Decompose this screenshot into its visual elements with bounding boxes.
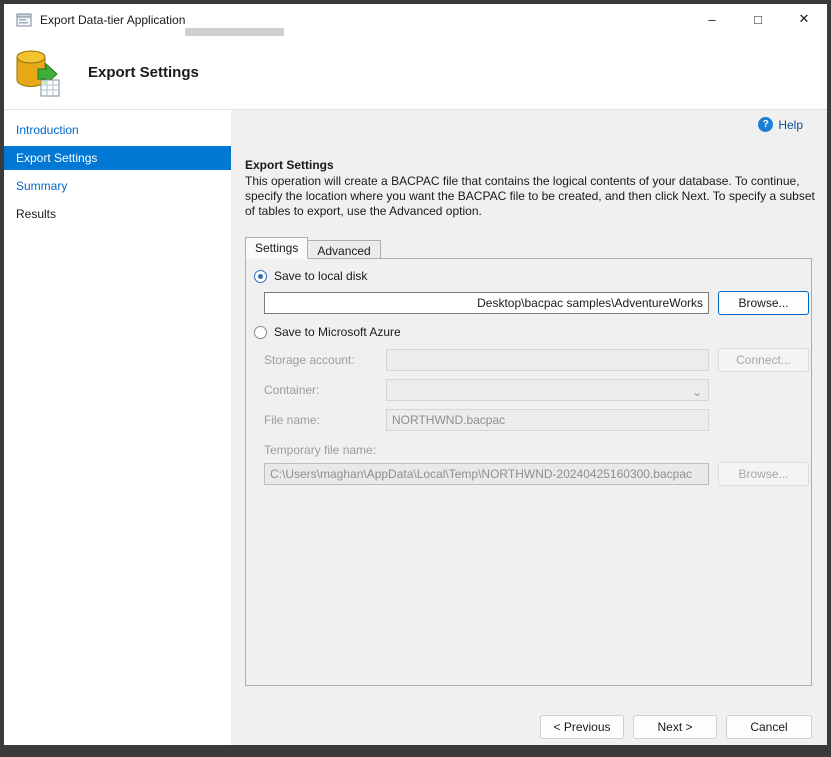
settings-tab-panel: Save to local disk Desktop\bacpac sample… [245, 258, 812, 686]
browse-local-button[interactable]: Browse... [718, 291, 809, 315]
file-name-label: File name: [264, 413, 320, 427]
sidebar-item-export-settings[interactable]: Export Settings [4, 146, 231, 170]
minimize-button[interactable]: – [689, 4, 735, 34]
content-heading: Export Settings [245, 158, 334, 172]
sidebar-item-summary[interactable]: Summary [4, 174, 231, 198]
browse-temp-button: Browse... [718, 462, 809, 486]
save-to-azure-radio[interactable] [254, 326, 267, 339]
wizard-steps-sidebar: Introduction Export Settings Summary Res… [4, 110, 231, 745]
help-link[interactable]: ? Help [758, 117, 803, 132]
close-icon: ✕ [799, 11, 810, 27]
save-to-local-disk-label: Save to local disk [274, 269, 367, 283]
wizard-header: Export Settings [4, 36, 827, 110]
app-icon [16, 12, 32, 28]
tab-settings[interactable]: Settings [245, 237, 308, 259]
next-button[interactable]: Next > [633, 715, 717, 739]
save-to-local-disk-option[interactable]: Save to local disk [254, 269, 367, 283]
connect-button: Connect... [718, 348, 809, 372]
save-to-azure-option[interactable]: Save to Microsoft Azure [254, 325, 401, 339]
help-icon: ? [758, 117, 773, 132]
export-data-tier-dialog: Export Data-tier Application – □ ✕ [4, 4, 827, 745]
temp-file-name-label: Temporary file name: [264, 443, 376, 457]
wizard-content: ? Help Export Settings This operation wi… [231, 110, 827, 745]
save-to-azure-label: Save to Microsoft Azure [274, 325, 401, 339]
minimize-icon: – [708, 12, 715, 27]
file-name-input: NORTHWND.bacpac [386, 409, 709, 431]
export-database-icon [14, 47, 62, 102]
temp-file-name-input: C:\Users\maghan\AppData\Local\Temp\NORTH… [264, 463, 709, 485]
window-title: Export Data-tier Application [40, 13, 185, 27]
tab-strip: Settings Advanced [245, 237, 381, 259]
wizard-body: Introduction Export Settings Summary Res… [4, 110, 827, 745]
maximize-icon: □ [754, 12, 762, 27]
sidebar-item-results[interactable]: Results [4, 202, 231, 226]
storage-account-label: Storage account: [264, 353, 355, 367]
cancel-button[interactable]: Cancel [726, 715, 812, 739]
previous-button[interactable]: < Previous [540, 715, 624, 739]
chevron-down-icon: ⌄ [692, 382, 702, 401]
container-select: ⌄ [386, 379, 709, 401]
maximize-button[interactable]: □ [735, 4, 781, 34]
local-path-input[interactable]: Desktop\bacpac samples\AdventureWorks [264, 292, 709, 314]
title-bar: Export Data-tier Application – □ ✕ [4, 4, 827, 36]
storage-account-input [386, 349, 709, 371]
container-label: Container: [264, 383, 319, 397]
sidebar-item-introduction[interactable]: Introduction [4, 118, 231, 142]
description-text: This operation will create a BACPAC file… [245, 174, 825, 219]
page-title: Export Settings [88, 64, 199, 81]
help-label: Help [778, 118, 803, 132]
close-button[interactable]: ✕ [781, 4, 827, 34]
radio-dot [258, 274, 263, 279]
save-to-local-disk-radio[interactable] [254, 270, 267, 283]
tab-advanced[interactable]: Advanced [308, 240, 380, 259]
